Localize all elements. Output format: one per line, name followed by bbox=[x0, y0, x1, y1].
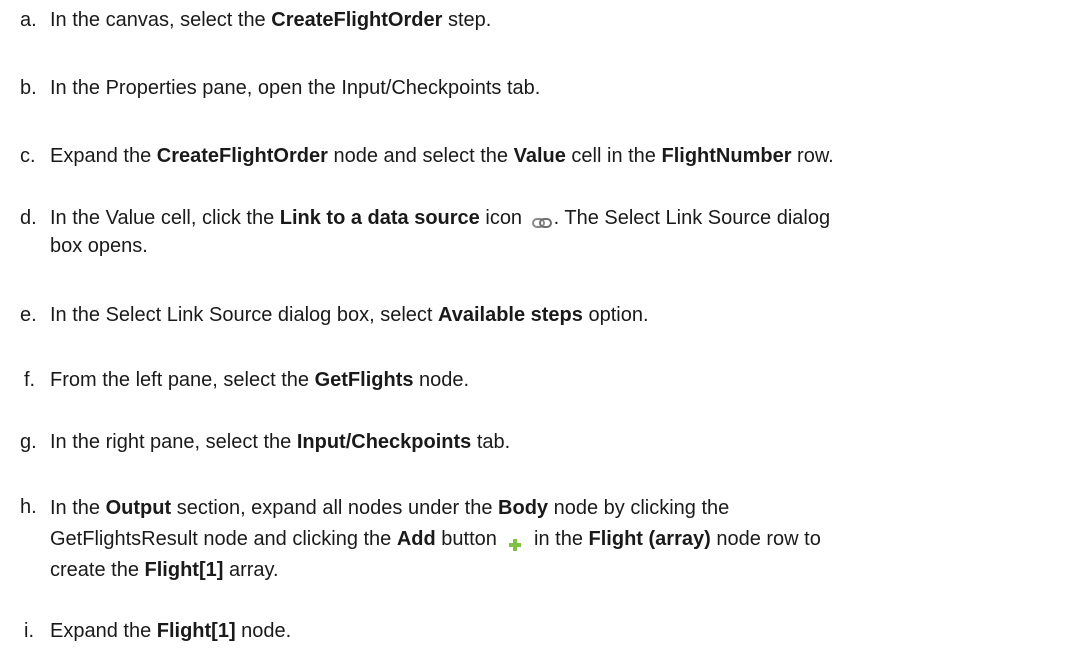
step-marker: a. bbox=[20, 9, 37, 31]
step-text: Expand the Flight[1] node. bbox=[50, 620, 292, 642]
add-plus-icon bbox=[508, 531, 522, 551]
step-marker: g. bbox=[20, 431, 37, 453]
step-marker: d. bbox=[20, 207, 37, 229]
step-text: Expand the CreateFlightOrder node and se… bbox=[50, 145, 834, 167]
step-text: In the Value cell, click the Link to a d… bbox=[50, 207, 831, 257]
step-text: In the Select Link Source dialog box, se… bbox=[50, 304, 649, 326]
step-text: From the left pane, select the GetFlight… bbox=[50, 369, 470, 391]
step-text: In the canvas, select the CreateFlightOr… bbox=[50, 9, 492, 31]
step-marker: e. bbox=[20, 304, 37, 326]
instruction-document: a. In the canvas, select the CreateFligh… bbox=[0, 0, 1070, 650]
step-text: In the right pane, select the Input/Chec… bbox=[50, 431, 511, 453]
step-marker: c. bbox=[20, 145, 36, 167]
step-marker: h. bbox=[20, 496, 37, 518]
step-marker: b. bbox=[20, 77, 37, 99]
step-text: In the Output section, expand all nodes … bbox=[50, 497, 821, 581]
link-to-data-source-icon bbox=[531, 210, 552, 228]
step-text: In the Properties pane, open the Input/C… bbox=[50, 77, 541, 99]
